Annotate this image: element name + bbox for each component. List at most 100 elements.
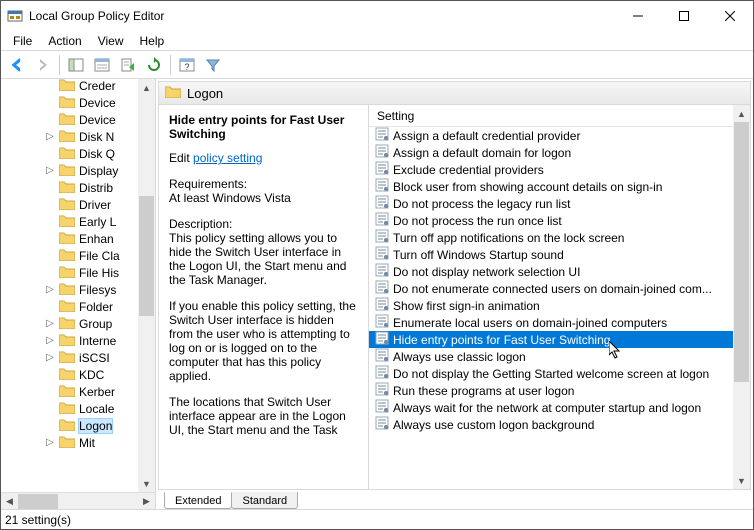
chevron-right-icon[interactable]: ▷ [45,352,55,363]
tree-item[interactable]: Creder [1,79,155,94]
setting-row[interactable]: Run these programs at user logon [369,382,733,399]
tree-item[interactable]: Early L [1,213,155,230]
tree-item[interactable]: Distrib [1,179,155,196]
menu-view[interactable]: View [90,32,132,50]
setting-row[interactable]: Enumerate local users on domain-joined c… [369,314,733,331]
edit-prefix: Edit [169,151,193,165]
tree-item[interactable]: File His [1,264,155,281]
menu-help[interactable]: Help [132,32,173,50]
setting-row[interactable]: Do not process the run once list [369,212,733,229]
filter-options-button[interactable] [201,53,225,77]
scroll-down-icon[interactable]: ▼ [138,475,155,492]
folder-icon [59,265,75,281]
refresh-button[interactable] [142,53,166,77]
tab-standard[interactable]: Standard [231,492,298,509]
menu-action[interactable]: Action [40,32,89,50]
tree-item[interactable]: ▷ Group [1,315,155,332]
tree-horizontal-scrollbar[interactable]: ◀ ▶ [1,492,155,509]
tree-item[interactable]: ▷Filesys [1,281,155,298]
setting-row[interactable]: Hide entry points for Fast User Switchin… [369,331,733,348]
scroll-up-icon[interactable]: ▲ [138,79,155,96]
export-button[interactable] [116,53,140,77]
setting-row[interactable]: Always use classic logon [369,348,733,365]
policy-icon [375,382,389,399]
minimize-button[interactable] [615,1,661,31]
setting-name: Assign a default credential provider [393,129,580,143]
tree-item[interactable]: Driver [1,196,155,213]
toolbar: ? [1,51,753,79]
list-vertical-scrollbar[interactable]: ▲ ▼ [733,105,750,489]
tree-item[interactable]: Folder [1,298,155,315]
tree-item[interactable]: ▷iSCSI [1,349,155,366]
scroll-thumb[interactable] [734,122,749,382]
setting-row[interactable]: Do not display network selection UI [369,263,733,280]
tree-item[interactable]: Logon [1,417,155,434]
node-title: Logon [187,86,223,101]
tree-item[interactable]: ▷Disk N [1,128,155,145]
node-header: Logon [158,81,751,105]
setting-row[interactable]: Turn off Windows Startup sound [369,246,733,263]
folder-icon [59,163,75,179]
setting-row[interactable]: Assign a default credential provider [369,127,733,144]
setting-row[interactable]: Do not display the Getting Started welco… [369,365,733,382]
scroll-left-icon[interactable]: ◀ [1,493,18,510]
tree-item-label: File His [79,266,119,280]
setting-name: Show first sign-in animation [393,299,540,313]
edit-policy-link[interactable]: policy setting [193,151,262,165]
scroll-thumb[interactable] [18,494,58,509]
tree-item[interactable]: Locale [1,400,155,417]
setting-row[interactable]: Do not process the legacy run list [369,195,733,212]
setting-row[interactable]: Turn off app notifications on the lock s… [369,229,733,246]
scroll-up-icon[interactable]: ▲ [733,105,750,122]
chevron-right-icon[interactable]: ▷ [45,318,55,329]
scroll-thumb[interactable] [139,196,154,316]
tree-item[interactable]: File Cla [1,247,155,264]
back-button[interactable] [5,53,29,77]
setting-row[interactable]: Exclude credential providers [369,161,733,178]
show-hide-tree-button[interactable] [64,53,88,77]
tree-item[interactable]: Device [1,94,155,111]
setting-row[interactable]: Block user from showing account details … [369,178,733,195]
chevron-right-icon[interactable]: ▷ [45,437,55,448]
tree-item[interactable]: Device [1,111,155,128]
help-button[interactable]: ? [175,53,199,77]
setting-row[interactable]: Always wait for the network at computer … [369,399,733,416]
tree-item[interactable]: ▷Display [1,162,155,179]
forward-button[interactable] [31,53,55,77]
tree-item-label: Device [79,113,116,127]
scroll-down-icon[interactable]: ▼ [733,472,750,489]
setting-name: Always wait for the network at computer … [393,401,701,415]
setting-name: Do not display network selection UI [393,265,580,279]
titlebar: Local Group Policy Editor [1,1,753,31]
chevron-right-icon[interactable]: ▷ [45,165,55,176]
setting-row[interactable]: Assign a default domain for logon [369,144,733,161]
tree-item[interactable]: Disk Q [1,145,155,162]
tree-item[interactable]: ▷Interne [1,332,155,349]
app-icon [7,8,23,24]
menu-file[interactable]: File [5,32,40,50]
tree-item[interactable]: ▷Mit [1,434,155,451]
tree-item-label: Disk Q [79,147,115,161]
tree-item[interactable]: KDC [1,366,155,383]
scroll-right-icon[interactable]: ▶ [138,493,155,510]
description-text-2: If you enable this policy setting, the S… [169,299,358,383]
maximize-button[interactable] [661,1,707,31]
settings-column-header[interactable]: Setting [369,105,750,127]
tree-item-label: Group [79,317,112,331]
setting-row[interactable]: Do not enumerate connected users on doma… [369,280,733,297]
chevron-right-icon[interactable]: ▷ [45,335,55,346]
tree-item[interactable]: Kerber [1,383,155,400]
setting-row[interactable]: Show first sign-in animation [369,297,733,314]
tree-vertical-scrollbar[interactable]: ▲ ▼ [138,79,155,492]
requirements-text: At least Windows Vista [169,191,358,205]
setting-row[interactable]: Always use custom logon background [369,416,733,433]
tree-item[interactable]: Enhan [1,230,155,247]
properties-button[interactable] [90,53,114,77]
folder-icon [59,214,75,230]
close-button[interactable] [707,1,753,31]
tab-extended[interactable]: Extended [164,492,232,509]
tree-scroll[interactable]: CrederDeviceDevice▷Disk NDisk Q▷DisplayD… [1,79,155,492]
chevron-right-icon[interactable]: ▷ [45,284,55,295]
folder-icon [59,146,75,162]
chevron-right-icon[interactable]: ▷ [45,131,55,142]
